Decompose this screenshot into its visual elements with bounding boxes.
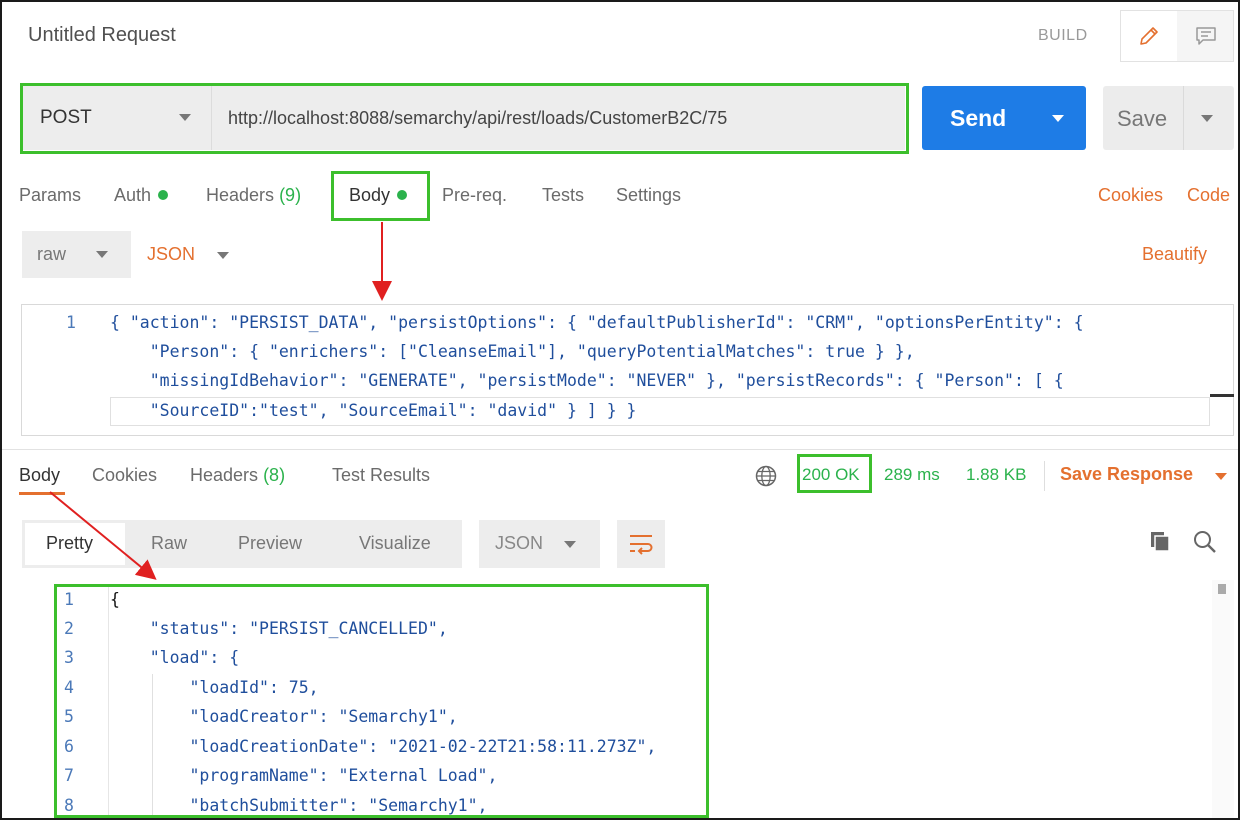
request-line-number: 1 (66, 313, 76, 332)
chevron-down-icon (96, 251, 108, 258)
search-icon[interactable] (1192, 529, 1218, 560)
wrap-lines-button[interactable] (617, 520, 665, 568)
copy-icon[interactable] (1148, 529, 1172, 558)
response-time: 289 ms (884, 465, 940, 484)
response-tab-test-results[interactable]: Test Results (332, 465, 430, 486)
send-label: Send (950, 105, 1007, 131)
comment-icon[interactable] (1178, 11, 1233, 61)
send-options-chevron-icon[interactable] (1052, 115, 1064, 122)
tab-headers-count: (9) (279, 185, 302, 205)
response-body-highlight-box (54, 584, 709, 818)
response-tab-cookies[interactable]: Cookies (92, 465, 157, 486)
body-language-select[interactable]: JSON (147, 244, 195, 265)
response-format-label: JSON (495, 533, 544, 553)
response-tab-headers-count: (8) (263, 465, 286, 485)
tab-prereq[interactable]: Pre-req. (442, 185, 507, 206)
request-code-line: "SourceID":"test", "SourceEmail": "david… (110, 401, 637, 420)
response-scrollbar[interactable] (1212, 580, 1234, 818)
body-tab-highlight-box (331, 171, 430, 221)
pencil-icon[interactable] (1121, 11, 1177, 61)
chevron-down-icon[interactable] (217, 252, 229, 259)
tab-tests[interactable]: Tests (542, 185, 584, 206)
tab-headers[interactable]: Headers (9) (206, 185, 301, 206)
send-button[interactable]: Send (922, 86, 1086, 150)
beautify-link[interactable]: Beautify (1142, 244, 1207, 265)
request-code-line: "Person": { "enrichers": ["CleanseEmail"… (110, 342, 915, 361)
view-pretty-button[interactable]: Pretty (46, 533, 93, 554)
response-divider (2, 449, 1238, 450)
response-tab-body[interactable]: Body (19, 465, 60, 486)
view-raw-button[interactable]: Raw (151, 533, 187, 554)
comment-icon-svg (1195, 27, 1216, 45)
response-meta-divider (1044, 461, 1045, 491)
tab-params[interactable]: Params (19, 185, 81, 206)
wrap-lines-icon (630, 535, 653, 555)
body-mode-label: raw (37, 244, 67, 264)
save-response-button[interactable]: Save Response (1060, 464, 1193, 485)
request-code-line: "missingIdBehavior": "GENERATE", "persis… (110, 371, 1064, 390)
chevron-down-icon (564, 541, 576, 548)
code-link[interactable]: Code (1187, 185, 1230, 206)
response-tab-headers[interactable]: Headers (8) (190, 465, 285, 486)
save-button[interactable]: Save (1103, 86, 1234, 150)
request-title[interactable]: Untitled Request (28, 24, 176, 47)
postman-window: Untitled Request BUILD POST http://local… (0, 0, 1240, 820)
search-icon-svg (1194, 531, 1216, 553)
editor-scrollbar[interactable] (1210, 394, 1234, 397)
response-tab-headers-label: Headers (190, 465, 259, 485)
view-preview-button[interactable]: Preview (238, 533, 302, 554)
request-code-line: { "action": "PERSIST_DATA", "persistOpti… (110, 313, 1084, 332)
response-size: 1.88 KB (966, 465, 1027, 484)
auth-status-dot-icon (158, 190, 169, 200)
save-options-chevron-icon[interactable] (1201, 115, 1213, 122)
url-highlight-box (20, 83, 909, 154)
build-mode-label: BUILD (1038, 27, 1088, 44)
response-scrollbar-thumb[interactable] (1218, 584, 1226, 594)
save-divider (1183, 86, 1184, 150)
save-label: Save (1117, 106, 1168, 131)
tab-auth-label: Auth (114, 185, 152, 205)
view-visualize-button[interactable]: Visualize (359, 533, 431, 554)
status-highlight-box (797, 454, 872, 493)
tab-headers-label: Headers (206, 185, 275, 205)
copy-icon-svg (1151, 532, 1170, 552)
save-response-chevron-icon[interactable] (1215, 473, 1227, 480)
tab-settings[interactable]: Settings (616, 185, 681, 206)
cookies-link[interactable]: Cookies (1098, 185, 1163, 206)
pencil-icon-svg (1140, 27, 1158, 45)
globe-icon-svg (755, 465, 777, 487)
response-format-select[interactable]: JSON (479, 520, 600, 568)
response-tab-body-underline (19, 492, 65, 495)
globe-icon[interactable] (754, 464, 778, 493)
body-mode-select[interactable]: raw (22, 231, 131, 278)
tab-auth[interactable]: Auth (114, 185, 169, 206)
